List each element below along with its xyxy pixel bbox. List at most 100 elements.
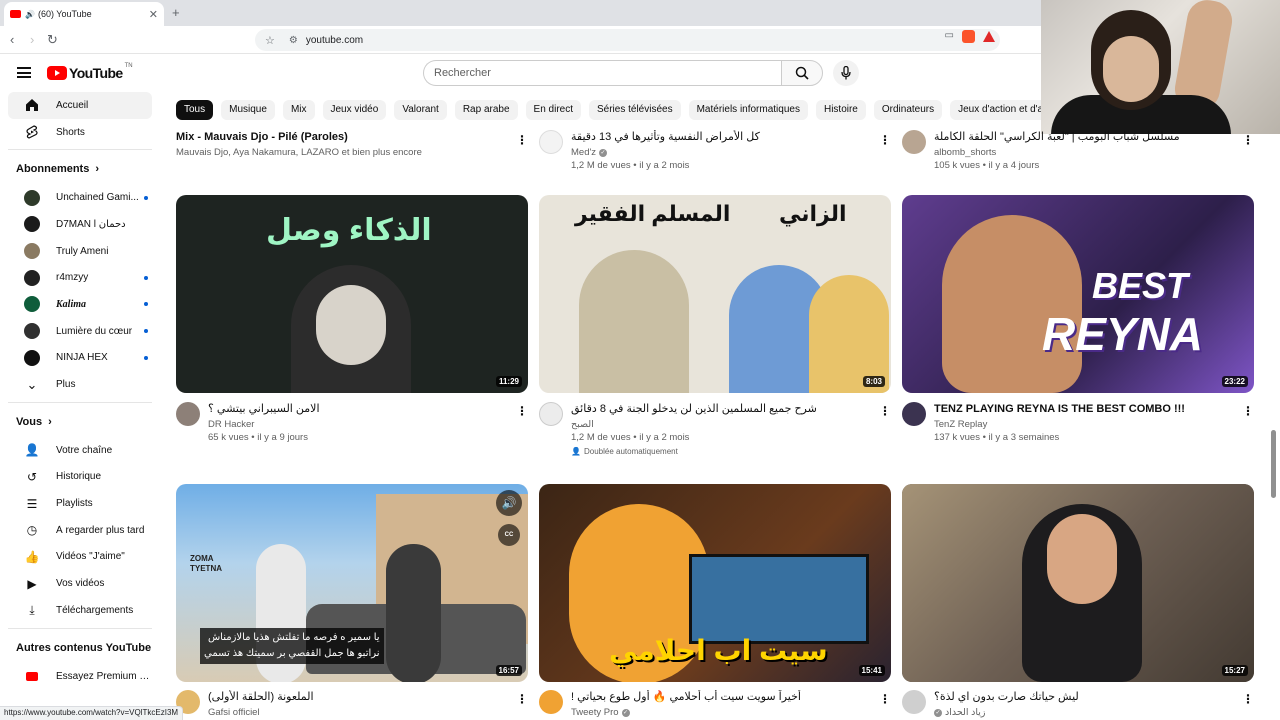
filter-chip[interactable]: Jeux d'action et d'aventure — [950, 99, 1041, 120]
sidebar-item-history[interactable]: ↺ Historique — [8, 464, 152, 491]
video-title[interactable]: TENZ PLAYING REYNA IS THE BEST COMBO !!! — [934, 402, 1224, 416]
channel-avatar[interactable] — [539, 130, 563, 154]
channel-avatar[interactable] — [902, 690, 926, 714]
sidebar-subscription[interactable]: Kalima — [8, 291, 152, 318]
sidebar-subscription[interactable]: Truly Ameni — [8, 238, 152, 265]
sidebar-item-your-videos[interactable]: ▶ Vos vidéos — [8, 570, 152, 597]
video-card-meta[interactable]: شرح جميع المسلمين الذين لن يدخلو الجنة ف… — [539, 402, 861, 456]
sidebar-subscription[interactable]: Unchained Gami... — [8, 184, 152, 211]
video-title[interactable]: مسلسل شباب البومب | "لعبة الكراسي" الحلق… — [934, 130, 1224, 144]
sidebar-item-playlists[interactable]: ☰ Playlists — [8, 490, 152, 517]
volume-icon[interactable]: 🔊 — [496, 490, 522, 516]
video-title[interactable]: Mix - Mauvais Djo - Pilé (Paroles) — [176, 130, 506, 144]
filter-chip[interactable]: Mix — [282, 99, 315, 120]
video-title[interactable]: الملعونة (الحلقة الأولى) — [208, 690, 498, 704]
video-channel[interactable]: الصبح — [571, 419, 861, 431]
more-options-icon[interactable]: ⋮ — [879, 692, 891, 706]
video-card-meta[interactable]: الملعونة (الحلقة الأولى) Gafsi officiel — [176, 690, 498, 719]
video-thumbnail[interactable]: 15:27 — [902, 484, 1254, 682]
search-input[interactable] — [423, 60, 781, 86]
sidebar-subscription[interactable]: NINJA HEX — [8, 345, 152, 372]
filter-chip[interactable]: En direct — [525, 99, 581, 120]
video-card-meta[interactable]: كل الأمراض النفسية وتأثيرها في 13 دقيقة … — [539, 130, 861, 172]
sidebar-subscriptions-title[interactable]: Abonnements › — [0, 154, 160, 184]
channel-avatar[interactable] — [176, 402, 200, 426]
brave-rewards-icon[interactable] — [983, 31, 995, 42]
filter-chip[interactable]: Ordinateurs — [873, 99, 943, 120]
browser-tab[interactable]: 🔊 (60) YouTube ✕ — [4, 2, 164, 26]
video-channel[interactable]: albomb_shorts — [934, 147, 1224, 159]
video-thumbnail[interactable]: المسلم الفقير الزاني 8:03 — [539, 195, 891, 393]
address-bar[interactable]: ☆ ⚙ youtube.com — [255, 29, 1000, 51]
menu-icon[interactable] — [17, 67, 31, 78]
filter-chip[interactable]: Matériels informatiques — [688, 99, 808, 120]
filter-chip[interactable]: Musique — [221, 99, 275, 120]
sidebar-item-home[interactable]: Accueil — [8, 92, 152, 119]
video-card-meta[interactable]: ليش حياتك صارت بدون اي لذة؟ ✓ زياد الحداد — [902, 690, 1224, 719]
filter-chip[interactable]: Tous — [176, 99, 214, 120]
more-options-icon[interactable]: ⋮ — [879, 133, 891, 147]
captions-icon[interactable]: CC — [498, 524, 520, 546]
video-channel[interactable]: Mauvais Djo, Aya Nakamura, LAZARO et bie… — [176, 147, 506, 159]
cast-icon[interactable]: ▭ — [945, 30, 954, 43]
more-options-icon[interactable]: ⋮ — [516, 404, 528, 418]
video-card-meta[interactable]: مسلسل شباب البومب | "لعبة الكراسي" الحلق… — [902, 130, 1224, 172]
page-scrollbar[interactable] — [1271, 430, 1276, 498]
sidebar-subscription[interactable]: Lumière du cœur — [8, 318, 152, 345]
filter-chip[interactable]: Jeux vidéo — [322, 99, 387, 120]
video-title[interactable]: الامن السيبراني بيتشي ؟ — [208, 402, 498, 416]
sidebar-item-download[interactable]: ⤓ Téléchargements — [8, 597, 152, 624]
channel-avatar[interactable] — [902, 402, 926, 426]
video-channel[interactable]: DR Hacker — [208, 419, 498, 431]
sidebar-item-channel[interactable]: 👤 Votre chaîne — [8, 437, 152, 464]
video-channel[interactable]: TenZ Replay — [934, 419, 1224, 431]
more-options-icon[interactable]: ⋮ — [516, 692, 528, 706]
tab-close-icon[interactable]: ✕ — [149, 8, 158, 21]
bookmark-icon[interactable]: ☆ — [265, 34, 275, 47]
sidebar-item-watch-later[interactable]: ◷ À regarder plus tard — [8, 517, 152, 544]
sidebar-item-shorts[interactable]: Shorts — [8, 119, 152, 146]
voice-search-button[interactable] — [833, 60, 859, 86]
new-tab-icon[interactable]: + — [172, 5, 180, 20]
filter-chip[interactable]: Rap arabe — [454, 99, 518, 120]
channel-avatar[interactable] — [539, 402, 563, 426]
forward-icon[interactable]: › — [30, 32, 34, 47]
video-channel[interactable]: Gafsi officiel — [208, 707, 498, 719]
reload-icon[interactable]: ↻ — [47, 32, 58, 48]
video-thumbnail[interactable]: الذكاء وصل 11:29 — [176, 195, 528, 393]
sidebar-item-more[interactable]: ⌄ Plus — [8, 371, 152, 398]
more-options-icon[interactable]: ⋮ — [516, 133, 528, 147]
video-title[interactable]: أخيراً سويت سيت أب أحلامي 🔥 أول طوع بحيا… — [571, 690, 861, 704]
more-options-icon[interactable]: ⋮ — [1242, 404, 1254, 418]
video-channel[interactable]: ✓ زياد الحداد — [934, 707, 1224, 719]
brave-shield-icon[interactable] — [962, 30, 975, 43]
more-options-icon[interactable]: ⋮ — [1242, 133, 1254, 147]
sidebar-you-title[interactable]: Vous › — [0, 407, 160, 437]
filter-chip[interactable]: Séries télévisées — [589, 99, 681, 120]
sidebar-subscription[interactable]: D7MAN l دحمان — [8, 211, 152, 238]
video-channel[interactable]: Med'z ✓ — [571, 147, 861, 159]
search-button[interactable] — [781, 60, 823, 86]
more-options-icon[interactable]: ⋮ — [1242, 692, 1254, 706]
channel-avatar[interactable] — [902, 130, 926, 154]
video-thumbnail-playing[interactable]: ZOMA TYETNA يا سمير ه فرصه ما تفلتش هذيا… — [176, 484, 528, 682]
video-card-meta[interactable]: الامن السيبراني بيتشي ؟ DR Hacker 65 k v… — [176, 402, 498, 444]
video-card-meta[interactable]: TENZ PLAYING REYNA IS THE BEST COMBO !!!… — [902, 402, 1224, 444]
more-options-icon[interactable]: ⋮ — [879, 404, 891, 418]
filter-chip[interactable]: Histoire — [815, 99, 866, 120]
site-info-icon[interactable]: ⚙ — [289, 35, 298, 46]
video-title[interactable]: كل الأمراض النفسية وتأثيرها في 13 دقيقة — [571, 130, 861, 144]
video-title[interactable]: ليش حياتك صارت بدون اي لذة؟ — [934, 690, 1224, 704]
video-card-meta[interactable]: Mix - Mauvais Djo - Pilé (Paroles) Mauva… — [176, 130, 506, 159]
filter-chip[interactable]: Valorant — [394, 99, 447, 120]
sidebar-item-premium[interactable]: Essayez Premium p... — [8, 663, 152, 690]
sidebar-subscription[interactable]: r4mzyy — [8, 264, 152, 291]
video-channel[interactable]: Tweety Pro ✓ — [571, 707, 861, 719]
video-thumbnail[interactable]: سيت اب احلامي 15:41 — [539, 484, 891, 682]
sidebar-item-like[interactable]: 👍 Vidéos "J'aime" — [8, 544, 152, 571]
back-icon[interactable]: ‹ — [10, 32, 14, 47]
video-card-meta[interactable]: أخيراً سويت سيت أب أحلامي 🔥 أول طوع بحيا… — [539, 690, 861, 719]
video-title[interactable]: شرح جميع المسلمين الذين لن يدخلو الجنة ف… — [571, 402, 861, 416]
video-thumbnail[interactable]: BEST REYNA 23:22 — [902, 195, 1254, 393]
youtube-logo[interactable]: YouTube TN — [47, 63, 133, 81]
